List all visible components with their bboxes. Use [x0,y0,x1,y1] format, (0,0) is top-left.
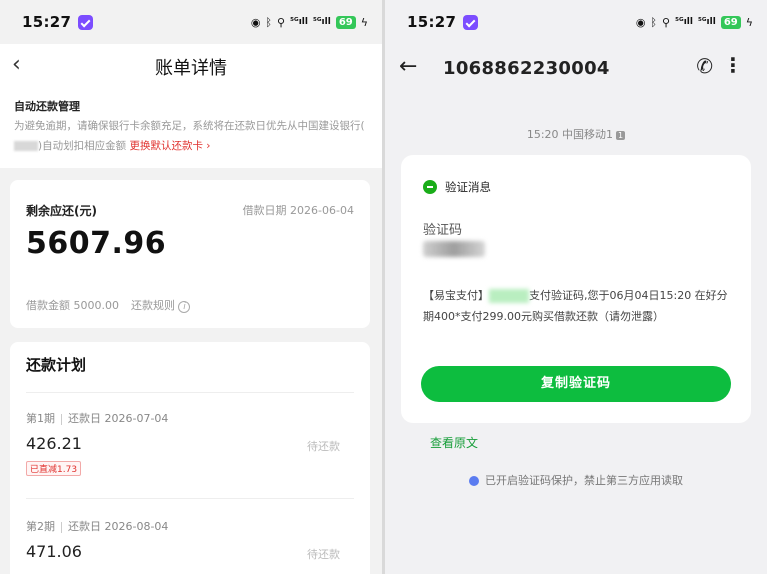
protection-notice: 已开启验证码保护，禁止第三方应用读取 [385,472,767,488]
message-body: 【易宝支付】 支付验证码,您于06月04日15:20 在好分期400*支付299.… [423,289,728,323]
signal-icon: ⁵ᴳıll [675,17,693,27]
location-icon: ⚲ [662,15,671,29]
redacted-card [14,141,38,151]
nfc-icon: ◉ [635,15,646,29]
autopay-notice: 自动还款管理 为避免逾期，请确保银行卡余额充足，系统将在还款日优先从中国建设银行… [0,90,382,168]
code-label: 验证码 [423,223,463,238]
message-header: 验证消息 [423,179,491,195]
info-icon: i [178,301,191,313]
period-status: 待还款 [307,548,340,561]
protection-icon [469,476,479,486]
app-notification-icon [78,14,94,30]
repay-rules-link[interactable]: 还款规则 i [131,297,191,313]
back-arrow-icon[interactable]: ← [399,54,417,79]
balance-amount: 5607.96 [26,226,167,261]
signal-icon-2: ⁵ᴳıll [312,17,331,27]
balance-label: 剩余应还(元) [26,204,97,218]
redacted-code [423,241,485,257]
status-time: 15:27 [407,13,457,31]
status-bar: 15:27 ◉ ᛒ ⚲ ⁵ᴳıll ⁵ᴳıll 69 ϟ [385,0,767,44]
sender-number: 1068862230004 [443,58,610,79]
bluetooth-icon: ᛒ [650,15,658,29]
plan-title: 还款计划 [26,356,87,374]
repayment-plan-card: 还款计划 第1期 还款日 2026-07-04 426.21 待还款 已直减1.7… [10,342,370,574]
app-notification-icon [463,14,479,30]
redacted-text [489,289,529,303]
loan-date: 借款日期 2026-06-04 [242,204,354,217]
divider [26,498,354,499]
signal-icon: ⁵ᴳıll [290,17,308,27]
charging-icon: ϟ [745,15,753,29]
period-due: 还款日 2026-07-04 [68,412,169,425]
phone-icon[interactable]: ✆ [696,54,713,78]
sim-badge: 1 [616,130,626,140]
period-amount: 426.21 [26,434,82,453]
status-icons: ◉ ᛒ ⚲ ⁵ᴳıll ⁵ᴳıll 69 ϟ [250,15,368,29]
location-icon: ⚲ [277,15,286,29]
message-timestamp: 15:20 中国移动1 1 [526,128,626,141]
battery-icon: 69 [720,15,741,29]
charging-icon: ϟ [360,15,368,29]
battery-icon: 69 [335,15,356,29]
period-amount: 471.06 [26,542,82,561]
period-due: 还款日 2026-08-04 [68,520,169,533]
period-head: 第1期 还款日 2026-07-04 [26,410,354,426]
conversation-header: ← 1068862230004 ✆ ⋮ [385,44,767,94]
balance-card: 剩余应还(元) 借款日期 2026-06-04 5607.96 借款金额 500… [10,180,370,328]
message-card: 验证消息 验证码 【易宝支付】 支付验证码,您于06月04日15:20 在好分期4… [401,155,751,423]
balance-meta: 借款金额 5000.00 还款规则 i [26,297,191,313]
nfc-icon: ◉ [250,15,261,29]
autopay-text-part2: )自动划扣相应金额 [38,140,127,152]
change-card-link[interactable]: 更换默认还款卡 › [129,140,210,152]
autopay-title: 自动还款管理 [14,100,80,113]
nav-header: ‹ 账单详情 [0,44,382,90]
bluetooth-icon: ᛒ [265,15,273,29]
signal-icon-2: ⁵ᴳıll [697,17,716,27]
period-status: 待还款 [307,440,340,453]
loan-amount: 借款金额 5000.00 [26,299,119,312]
period-number: 第1期 [26,412,55,425]
autopay-text: 为避免逾期，请确保银行卡余额充足，系统将在还款日优先从中国建设银行( )自动划扣相… [14,116,368,156]
verify-shield-icon [423,180,437,194]
period-head: 第2期 还款日 2026-08-04 [26,518,354,534]
status-icons: ◉ ᛒ ⚲ ⁵ᴳıll ⁵ᴳıll 69 ϟ [635,15,753,29]
status-time: 15:27 [22,13,72,31]
page-title: 账单详情 [155,58,227,79]
copy-code-button[interactable]: 复制验证码 [421,366,731,402]
sms-screen: 15:27 ◉ ᛒ ⚲ ⁵ᴳıll ⁵ᴳıll 69 ϟ ← 106886223… [385,0,767,574]
autopay-text-part1: 为避免逾期，请确保银行卡余额充足，系统将在还款日优先从中国建设银行( [14,120,365,132]
bill-detail-screen: 15:27 ◉ ᛒ ⚲ ⁵ᴳıll ⁵ᴳıll 69 ϟ ‹ 账单详情 自动还款… [0,0,382,574]
divider [26,392,354,393]
period-number: 第2期 [26,520,55,533]
status-bar: 15:27 ◉ ᛒ ⚲ ⁵ᴳıll ⁵ᴳıll 69 ϟ [0,0,382,44]
discount-badge: 已直减1.73 [26,461,82,476]
period-row[interactable]: 第1期 还款日 2026-07-04 426.21 待还款 已直减1.73 [26,410,354,476]
view-original-link[interactable]: 查看原文 [430,434,478,451]
period-row[interactable]: 第2期 还款日 2026-08-04 471.06 待还款 [26,518,354,561]
more-icon[interactable]: ⋮ [723,53,743,77]
